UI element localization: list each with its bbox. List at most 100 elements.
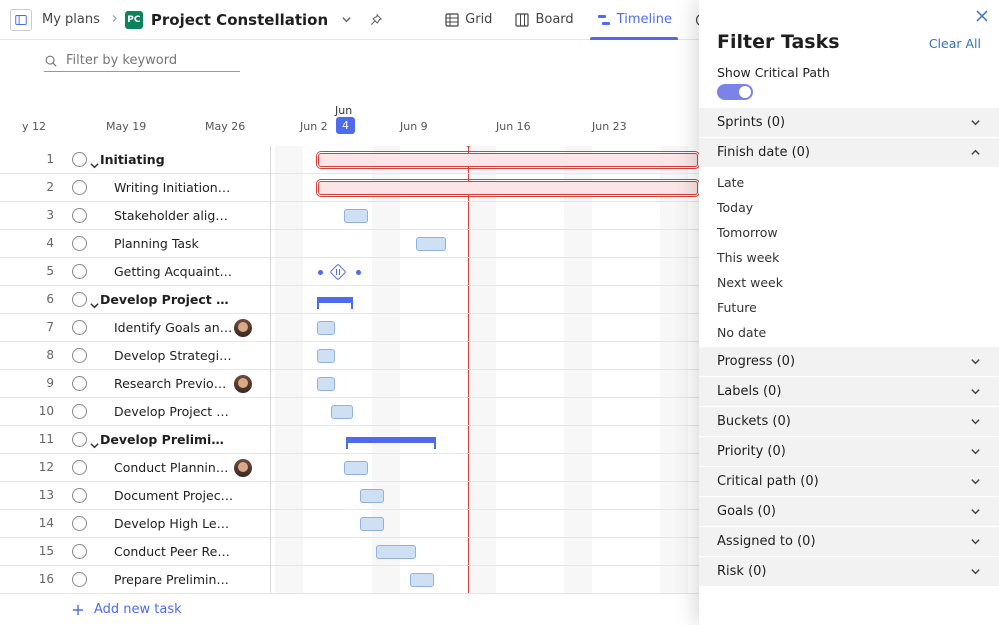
complete-circle[interactable]: [72, 208, 87, 223]
day-label[interactable]: y 12: [22, 120, 46, 133]
complete-circle[interactable]: [72, 236, 87, 251]
gantt-grid[interactable]: 1 Initiating 2 Writing Initiation Plan 3…: [0, 146, 699, 593]
chevron-down-icon: [970, 386, 981, 397]
complete-circle[interactable]: [72, 152, 87, 167]
assignee-avatar[interactable]: [234, 375, 252, 393]
assignee-avatar[interactable]: [234, 459, 252, 477]
gantt-bar[interactable]: [318, 153, 698, 167]
day-label[interactable]: May 26: [205, 120, 245, 133]
task-row[interactable]: 13 Document Project C...: [0, 482, 699, 510]
task-row[interactable]: 5 Getting Acquainted: [0, 258, 699, 286]
row-number: 5: [0, 264, 54, 278]
filter-option-nodate[interactable]: No date: [699, 320, 999, 345]
tab-grid[interactable]: Grid: [434, 0, 502, 40]
complete-circle[interactable]: [72, 180, 87, 195]
filter-section-priority[interactable]: Priority (0): [699, 437, 999, 467]
task-row[interactable]: 1 Initiating: [0, 146, 699, 174]
filter-section-finish-date[interactable]: Finish date (0): [699, 138, 999, 168]
complete-circle[interactable]: [72, 292, 87, 307]
gantt-bar[interactable]: [360, 517, 384, 531]
timeline-icon: [596, 12, 612, 28]
clear-all-link[interactable]: Clear All: [929, 36, 981, 51]
task-row[interactable]: 11 Develop Preliminary ...: [0, 426, 699, 454]
pin-button[interactable]: [364, 8, 388, 32]
critical-path-toggle[interactable]: [717, 84, 753, 100]
filter-section-risk[interactable]: Risk (0): [699, 557, 999, 587]
add-task-button[interactable]: Add new task: [0, 593, 699, 625]
tab-board[interactable]: Board: [504, 0, 583, 40]
collapse-toggle[interactable]: [90, 295, 99, 314]
today-pill[interactable]: 4: [336, 117, 355, 134]
day-label[interactable]: Jun 2: [300, 120, 328, 133]
filter-section-goals[interactable]: Goals (0): [699, 497, 999, 527]
gantt-bar[interactable]: [410, 573, 434, 587]
gantt-bar[interactable]: [317, 297, 353, 303]
filter-section-sprints[interactable]: Sprints (0): [699, 108, 999, 138]
plan-name[interactable]: Project Constellation: [151, 11, 328, 29]
filter-option-tomorrow[interactable]: Tomorrow: [699, 220, 999, 245]
task-row[interactable]: 16 Prepare Preliminary ...: [0, 566, 699, 593]
complete-circle[interactable]: [72, 460, 87, 475]
gantt-bar[interactable]: [317, 321, 335, 335]
day-label[interactable]: May 19: [106, 120, 146, 133]
complete-circle[interactable]: [72, 376, 87, 391]
tab-timeline[interactable]: Timeline: [586, 0, 682, 40]
filter-option-future[interactable]: Future: [699, 295, 999, 320]
toggle-sidebar-button[interactable]: [10, 9, 32, 31]
filter-section-assigned[interactable]: Assigned to (0): [699, 527, 999, 557]
complete-circle[interactable]: [72, 432, 87, 447]
complete-circle[interactable]: [72, 488, 87, 503]
task-row[interactable]: 15 Conduct Peer Review: [0, 538, 699, 566]
task-row[interactable]: 3 Stakeholder alignment...: [0, 202, 699, 230]
day-label[interactable]: Jun 23: [592, 120, 627, 133]
row-number: 8: [0, 348, 54, 362]
task-row[interactable]: 14 Develop High Level ...: [0, 510, 699, 538]
gantt-bar[interactable]: [317, 349, 335, 363]
gantt-bar[interactable]: [344, 209, 368, 223]
filter-option-today[interactable]: Today: [699, 195, 999, 220]
gantt-bar[interactable]: [346, 437, 436, 443]
filter-section-critical[interactable]: Critical path (0): [699, 467, 999, 497]
filter-section-buckets[interactable]: Buckets (0): [699, 407, 999, 437]
complete-circle[interactable]: [72, 348, 87, 363]
task-row[interactable]: 10 Develop Project Cha...: [0, 398, 699, 426]
complete-circle[interactable]: [72, 404, 87, 419]
breadcrumb-root[interactable]: My plans: [38, 12, 104, 27]
filter-option-nextweek[interactable]: Next week: [699, 270, 999, 295]
task-row[interactable]: 9 Research Previous E...: [0, 370, 699, 398]
task-row[interactable]: 7 Identify Goals and ...: [0, 314, 699, 342]
complete-circle[interactable]: [72, 544, 87, 559]
milestone[interactable]: [330, 264, 347, 281]
keyword-filter[interactable]: [44, 52, 240, 72]
complete-circle[interactable]: [72, 320, 87, 335]
plan-dropdown-button[interactable]: [334, 8, 358, 32]
gantt-bar[interactable]: [360, 489, 384, 503]
gantt-bar[interactable]: [344, 461, 368, 475]
filter-option-late[interactable]: Late: [699, 170, 999, 195]
gantt-bar[interactable]: [318, 181, 698, 195]
task-row[interactable]: 6 Develop Project Char...: [0, 286, 699, 314]
filter-option-thisweek[interactable]: This week: [699, 245, 999, 270]
task-row[interactable]: 4 Planning Task: [0, 230, 699, 258]
assignee-avatar[interactable]: [234, 319, 252, 337]
complete-circle[interactable]: [72, 572, 87, 587]
collapse-toggle[interactable]: [90, 155, 99, 174]
add-task-label: Add new task: [94, 602, 182, 617]
task-row[interactable]: 2 Writing Initiation Plan: [0, 174, 699, 202]
gantt-bar[interactable]: [317, 377, 335, 391]
complete-circle[interactable]: [72, 264, 87, 279]
gantt-bar[interactable]: [416, 237, 446, 251]
day-label[interactable]: Jun 9: [400, 120, 428, 133]
keyword-input[interactable]: [64, 52, 234, 69]
close-panel-button[interactable]: [975, 8, 989, 27]
gantt-bar[interactable]: [331, 405, 353, 419]
day-label[interactable]: Jun 16: [496, 120, 531, 133]
task-row[interactable]: 12 Conduct Planning ...: [0, 454, 699, 482]
filter-section-progress[interactable]: Progress (0): [699, 347, 999, 377]
collapse-toggle[interactable]: [90, 435, 99, 454]
task-title: Develop Preliminary ...: [100, 432, 230, 447]
complete-circle[interactable]: [72, 516, 87, 531]
filter-section-labels[interactable]: Labels (0): [699, 377, 999, 407]
task-row[interactable]: 8 Develop Strategies ...: [0, 342, 699, 370]
gantt-bar[interactable]: [376, 545, 416, 559]
